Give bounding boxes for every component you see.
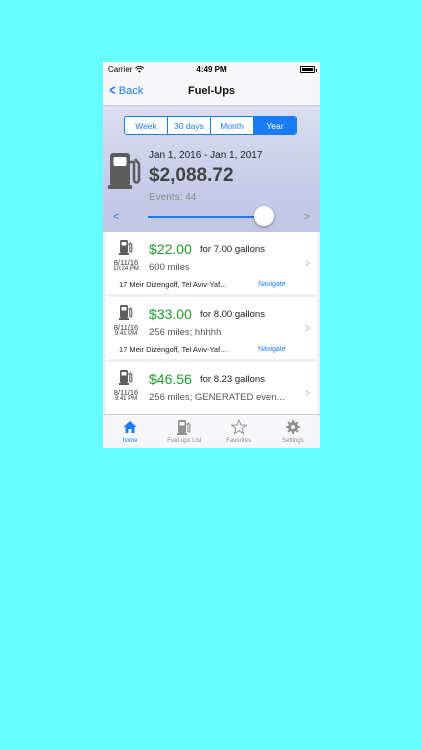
tab-home[interactable]: home [103,415,157,448]
events-count: Events: 44 [149,192,197,203]
fuel-pump-icon [119,305,133,320]
tab-settings[interactable]: Settings [266,415,320,448]
chevron-left-icon: < [109,82,116,99]
chevron-right-icon: > [305,321,310,335]
star-icon [230,419,247,435]
fuelups-list[interactable]: 8/11/16 10:24 PM $22.00 for 7.00 gallons… [103,232,320,414]
fuelup-gallons: for 8.23 gallons [200,374,265,385]
tab-fuel-ups-list[interactable]: Fuel-ups List [157,415,211,448]
back-label: Back [118,84,144,97]
chevron-right-icon: > [305,386,310,400]
clock: 4:49 PM [196,64,227,74]
tab-label: Fuel-ups List [167,438,202,444]
list-item[interactable]: 8/11/16 9:41 PM $33.00 for 8.00 gallons … [106,297,317,359]
list-item[interactable]: 8/11/16 9:41 PM $46.56 for 8.23 gallons … [106,362,317,414]
period-slider-thumb[interactable] [254,206,274,226]
fuelup-miles: 256 miles; hhhhh [149,327,222,338]
app-screen: Carrier 4:49 PM < Back Fuel-Ups Week 30 … [103,62,320,448]
next-period-button[interactable]: > [304,211,310,223]
fuelup-gallons: for 7.00 gallons [200,244,265,255]
fuel-pump-icon [177,420,191,435]
fuelup-address: 17 Meir Dizengoff, Tel Aviv-Yaf... [119,280,227,289]
fuel-pump-icon [108,153,141,189]
period-segmented-control: Week 30 days Month Year [124,116,297,135]
fuel-pump-icon [119,240,133,255]
fuelup-amount: $33.00 [149,306,192,322]
tab-label: Settings [282,438,304,444]
period-slider-track[interactable] [148,216,263,218]
list-item[interactable]: 8/11/16 10:24 PM $22.00 for 7.00 gallons… [106,232,317,294]
tab-label: Favorites [226,438,251,444]
back-button[interactable]: < Back [103,83,143,98]
house-icon [123,421,137,433]
fuelup-time: 9:41 PM [114,396,138,402]
segment-month[interactable]: Month [211,117,254,134]
tab-label: home [122,438,138,444]
fuel-pump-icon [119,370,133,385]
gear-icon [285,420,300,434]
navigation-bar: < Back Fuel-Ups [103,76,320,106]
fuelup-amount: $22.00 [149,241,192,257]
navigate-link[interactable]: Navigate [258,281,286,288]
fuelup-gallons: for 8.00 gallons [200,309,265,320]
fuelup-amount: $46.56 [149,371,192,387]
fuelup-miles: 600 miles [149,262,190,273]
total-amount: $2,088.72 [149,165,234,186]
fuelup-time: 10:24 PM [113,266,139,272]
status-bar: Carrier 4:49 PM [103,62,320,76]
tab-favorites[interactable]: Favorites [212,415,266,448]
chevron-right-icon: > [305,256,310,270]
fuelup-miles: 256 miles; GENERATED even... [149,392,285,403]
date-range: Jan 1, 2016 - Jan 1, 2017 [149,150,263,161]
navigate-link[interactable]: Navigate [258,346,286,353]
summary-panel: Week 30 days Month Year Jan 1, 2016 - Ja… [103,106,320,232]
fuelup-time: 9:41 PM [114,331,138,337]
segment-year[interactable]: Year [254,117,296,134]
fuelup-address: 17 Meir Dizengoff, Tel Aviv-Yaf... [119,345,227,354]
segment-30-days[interactable]: 30 days [168,117,211,134]
battery-icon [300,65,317,73]
previous-period-button[interactable]: < [113,211,119,223]
tab-bar: home Fuel-ups List Favorites Settings [103,414,320,448]
segment-week[interactable]: Week [125,117,168,134]
